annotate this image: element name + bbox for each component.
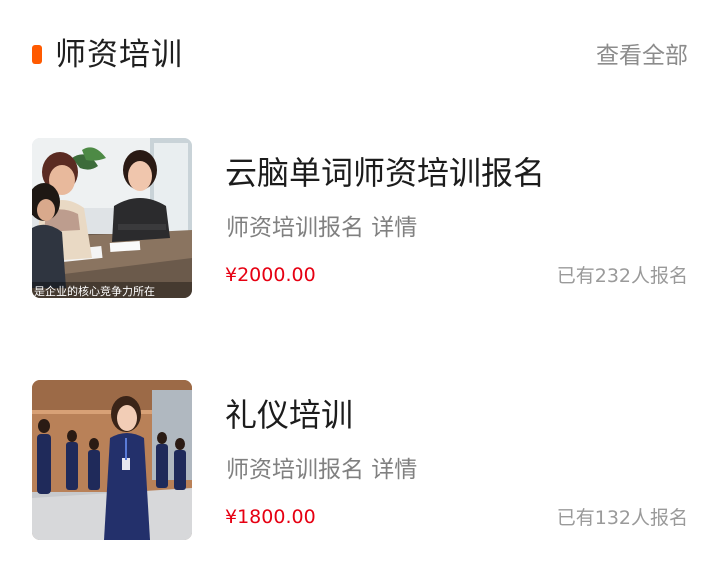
course-thumbnail[interactable]: 是企业的核心竞争力所在 (32, 138, 192, 298)
course-subtitle: 师资培训报名 详情 (226, 457, 418, 483)
course-price: ¥1800.00 (225, 506, 316, 528)
course-card[interactable]: 是企业的核心竞争力所在 云脑单词师资培训报名 师资培训报名 详情 ¥2000.0… (0, 130, 720, 300)
section-title: 师资培训 (55, 37, 183, 73)
thumbnail-caption: 是企业的核心竞争力所在 (34, 284, 155, 298)
section-header: 师资培训 查看全部 (0, 0, 720, 110)
view-all-link[interactable]: 查看全部 (596, 40, 688, 72)
course-title[interactable]: 云脑单词师资培训报名 (225, 152, 545, 194)
course-title[interactable]: 礼仪培训 (225, 394, 353, 436)
enrolled-count: 已有132人报名 (556, 507, 688, 529)
meeting-photo: 是企业的核心竞争力所在 (32, 138, 192, 298)
course-price: ¥2000.00 (225, 264, 316, 286)
section-accent-bar (32, 45, 42, 64)
course-subtitle: 师资培训报名 详情 (226, 215, 418, 241)
etiquette-class-photo (32, 380, 192, 540)
enrolled-count: 已有232人报名 (556, 265, 688, 287)
course-thumbnail[interactable] (32, 380, 192, 540)
course-card[interactable]: 礼仪培训 师资培训报名 详情 ¥1800.00 已有132人报名 (0, 372, 720, 542)
